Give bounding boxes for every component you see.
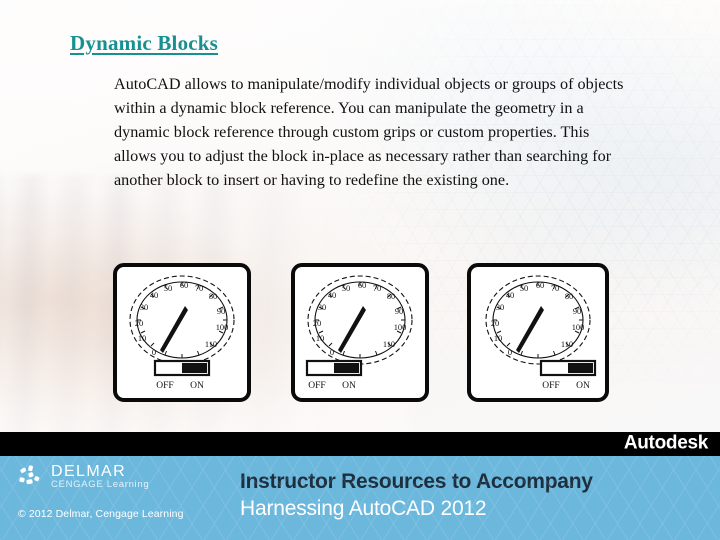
svg-text:80: 80 <box>209 292 217 301</box>
presentation-slide: Dynamic Blocks AutoCAD allows to manipul… <box>0 0 720 540</box>
svg-text:30: 30 <box>496 303 504 312</box>
cengage-learning-name: CENGAGE Learning <box>51 479 150 491</box>
gauge-dial-icon: 0 10 20 3040 50 60 70 80 90 100 110 <box>485 275 591 365</box>
gauge-dial-icon: 0 10 20 3040 50 60 70 80 90 100 110 <box>129 275 235 365</box>
svg-text:30: 30 <box>318 303 326 312</box>
svg-text:10: 10 <box>316 334 324 343</box>
delmar-cengage-logo: DELMAR CENGAGE Learning <box>18 463 150 491</box>
panel-gauge-centered[interactable]: 0 10 20 30 40 50 60 70 80 90 100 110 OFF ON <box>113 263 251 402</box>
svg-text:100: 100 <box>216 323 229 332</box>
svg-text:70: 70 <box>195 284 203 293</box>
svg-text:60: 60 <box>536 281 544 290</box>
svg-text:40: 40 <box>150 291 158 300</box>
svg-text:40: 40 <box>328 291 336 300</box>
gauge-dial-icon: 0 10 20 3040 50 60 70 80 90 100 110 <box>307 275 413 365</box>
svg-text:30: 30 <box>140 303 148 312</box>
series-title-block: Instructor Resources to Accompany Harnes… <box>240 470 593 521</box>
svg-text:110: 110 <box>205 340 217 349</box>
switch-on-label: ON <box>576 381 590 391</box>
delmar-name: DELMAR <box>51 463 127 480</box>
footer-blue-bar: DELMAR CENGAGE Learning © 2012 Delmar, C… <box>0 456 720 540</box>
svg-text:70: 70 <box>373 284 381 293</box>
switch-on-label: ON <box>342 381 356 391</box>
svg-text:0: 0 <box>152 348 156 357</box>
svg-text:100: 100 <box>572 323 585 332</box>
panel-gauge-left[interactable]: 0 10 20 30 40 50 60 70 80 90 100 110 OFF ON <box>291 263 429 402</box>
svg-text:100: 100 <box>394 323 407 332</box>
svg-text:20: 20 <box>313 319 321 328</box>
svg-text:90: 90 <box>573 307 581 316</box>
svg-text:20: 20 <box>135 319 143 328</box>
toggle-switch[interactable]: OFF ON <box>537 359 599 391</box>
svg-text:50: 50 <box>342 284 350 293</box>
switch-on-label: ON <box>190 381 204 391</box>
svg-text:60: 60 <box>180 281 188 290</box>
svg-text:90: 90 <box>217 307 225 316</box>
svg-text:20: 20 <box>491 319 499 328</box>
toggle-switch[interactable]: OFF ON <box>151 359 213 391</box>
series-title: Harnessing AutoCAD 2012 <box>240 497 487 520</box>
autodesk-logo: Autodesk <box>623 432 708 454</box>
delmar-mark-icon <box>19 465 40 485</box>
toggle-switch[interactable]: OFF ON <box>303 359 365 391</box>
svg-text:40: 40 <box>506 291 514 300</box>
svg-text:50: 50 <box>520 284 528 293</box>
panel-gauge-right[interactable]: 0 10 20 30 40 50 60 70 80 90 100 110 OFF ON <box>467 263 609 402</box>
svg-text:70: 70 <box>551 284 559 293</box>
svg-text:50: 50 <box>164 284 172 293</box>
svg-text:10: 10 <box>494 334 502 343</box>
svg-text:0: 0 <box>330 348 334 357</box>
svg-text:60: 60 <box>358 281 366 290</box>
svg-text:110: 110 <box>561 340 573 349</box>
svg-text:80: 80 <box>565 292 573 301</box>
switch-off-label: OFF <box>156 381 173 391</box>
series-subtitle: Instructor Resources to Accompany <box>240 470 593 493</box>
copyright-notice: © 2012 Delmar, Cengage Learning <box>18 508 184 520</box>
dynamic-block-examples: 0 10 20 30 40 50 60 70 80 90 100 110 OFF ON <box>0 0 720 440</box>
svg-text:110: 110 <box>383 340 395 349</box>
svg-text:10: 10 <box>138 334 146 343</box>
switch-off-label: OFF <box>308 381 325 391</box>
switch-off-label: OFF <box>542 381 559 391</box>
svg-text:0: 0 <box>508 348 512 357</box>
svg-text:90: 90 <box>395 307 403 316</box>
footer-black-bar: Autodesk <box>0 432 720 456</box>
svg-text:80: 80 <box>387 292 395 301</box>
